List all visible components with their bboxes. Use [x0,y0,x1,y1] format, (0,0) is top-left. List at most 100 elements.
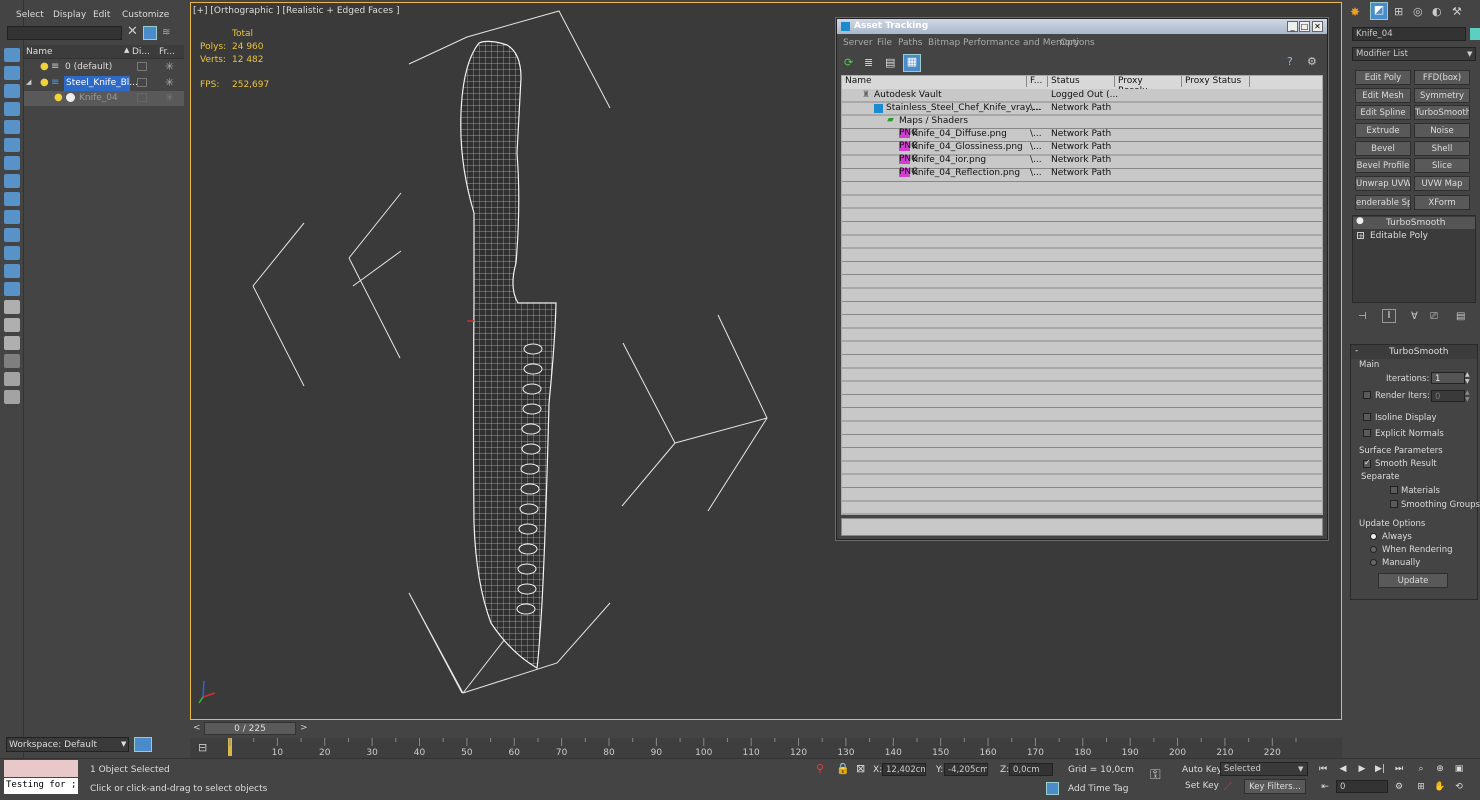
object-color-swatch[interactable] [1470,28,1480,40]
zoom-region-icon[interactable]: ⊞ [1414,780,1428,794]
modifier-button[interactable]: UVW Map [1414,176,1470,191]
track-bar[interactable]: ⊟ 10 20 30 40 50 60 70 80 90 100 110 120 130 140 150 16… [190,738,1342,758]
scene-row-layer-default[interactable]: ● ≡ 0 (default) ✳ [24,60,184,75]
rollout-header[interactable]: - TurboSmooth [1351,345,1477,359]
modifier-button[interactable]: Unwrap UVW [1355,176,1411,191]
modifier-button[interactable]: Bevel [1355,141,1411,156]
menu-edit[interactable]: Edit [93,10,110,20]
track-bar-mini-curve-icon[interactable]: ⊟ [198,741,207,754]
lock-icon[interactable] [4,66,20,80]
key-mode-toggle-icon[interactable]: ⇤ [1318,780,1332,794]
utilities-tab-icon[interactable]: ⚒ [1452,5,1462,18]
menu-customize[interactable]: Customize [122,10,169,20]
space-warp-icon[interactable] [4,228,20,242]
explorer-layers-button[interactable] [134,737,152,752]
clear-search-icon[interactable]: ✕ [127,25,139,39]
list-view-icon[interactable]: ≣ [864,56,876,69]
separate-materials-checkbox[interactable] [1390,486,1398,494]
render-iters-checkbox[interactable] [1363,391,1371,399]
modifier-button[interactable]: Shell [1414,141,1470,156]
freeze-snowflake-icon[interactable]: ✳ [165,91,174,104]
refresh-icon[interactable]: ⟳ [844,56,856,69]
column-proxy-status[interactable]: Proxy Status [1182,76,1250,87]
go-to-end-icon[interactable]: ⏭ [1392,762,1406,776]
minimize-icon[interactable]: _ [1287,21,1298,32]
modifier-button[interactable]: Edit Mesh [1355,88,1411,103]
collapse-minus-icon[interactable]: - [1355,346,1358,356]
scene-row-layer-steel-knife[interactable]: ◢ ● ≡ Steel_Knife_Bl... ✳ [24,76,184,91]
iterations-spinner[interactable]: 1 [1431,372,1465,384]
update-when-rendering-radio[interactable] [1370,546,1377,553]
remove-modifier-icon[interactable]: ⎚ [1430,311,1438,322]
camera-icon[interactable] [4,138,20,152]
menu-select[interactable]: Select [16,10,44,20]
tree-view-icon[interactable]: ▤ [885,56,897,69]
hidden-icon[interactable] [4,336,20,350]
table-row[interactable]: PNG Knife_04_ior.png \... Network Path [842,154,1322,167]
display-tab-icon[interactable]: ◐ [1432,5,1442,18]
spinner-arrows-icon[interactable]: ▲ ▼ [1465,389,1470,403]
modifier-button[interactable]: TurboSmooth [1414,105,1470,120]
zoom-all-icon[interactable]: ⊕ [1433,762,1447,776]
xref-icon[interactable] [4,282,20,296]
maxscript-listener[interactable]: Testing for ; [4,778,78,794]
key-mode-dropdown[interactable]: Selected ▼ [1220,762,1308,776]
scene-row-object-knife[interactable]: ● Knife_04 ✳ [24,91,184,106]
stack-item-editable-poly[interactable]: + Editable Poly [1353,230,1475,242]
render-iters-spinner[interactable]: 0 [1431,390,1465,402]
table-view-icon[interactable]: ▦ [903,54,921,72]
pin-stack-icon[interactable]: ⊣ [1358,311,1367,322]
object-name-field[interactable]: Knife_04 [1352,27,1466,41]
column-proxy-resolution[interactable]: Proxy Resolu... [1115,76,1182,96]
hierarchy-tab-icon[interactable]: ⊞ [1394,5,1403,18]
workspace-dropdown[interactable]: Workspace: Default ▼ [6,737,129,752]
modifier-stack[interactable]: ● TurboSmooth + Editable Poly [1352,215,1476,303]
sync-icon[interactable] [4,390,20,404]
modifier-button[interactable]: Symmetry [1414,88,1470,103]
pan-view-icon[interactable]: ✋ [1433,780,1447,794]
close-icon[interactable]: ✕ [1312,21,1323,32]
update-manually-radio[interactable] [1370,559,1377,566]
modifier-button[interactable]: Extrude [1355,123,1411,138]
stack-item-turbosmooth[interactable]: ● TurboSmooth [1353,216,1475,229]
modifier-button[interactable]: Bevel Profile [1355,158,1411,173]
previous-frame-icon[interactable]: ◀ [1336,762,1350,776]
shape-icon[interactable] [4,192,20,206]
table-row[interactable]: PNG Knife_04_Diffuse.png \... Network Pa… [842,128,1322,141]
geometry-icon[interactable] [4,210,20,224]
modifier-button[interactable]: enderable Splin [1355,195,1411,210]
spinner-arrows-icon[interactable]: ▲ ▼ [1465,371,1470,385]
display-toggle-icon[interactable] [137,93,147,102]
display-toggle-icon[interactable] [137,62,147,71]
modifier-button[interactable]: Edit Spline [1355,105,1411,120]
smooth-result-checkbox[interactable] [1363,458,1371,468]
helper-icon[interactable] [4,174,20,188]
lightbulb-icon[interactable]: ● [40,77,49,88]
modifier-button[interactable]: XForm [1414,195,1470,210]
zoom-icon[interactable]: ⌕ [1414,762,1428,776]
expand-plus-icon[interactable]: + [1357,232,1364,240]
lightbulb-icon[interactable]: ● [1356,216,1364,226]
time-tag-icon[interactable] [1046,782,1059,795]
time-configuration-icon[interactable]: ⚙ [1392,780,1406,794]
column-display[interactable]: Di... [132,47,150,57]
modifier-button[interactable]: Slice [1414,158,1470,173]
menu-paths[interactable]: Paths [898,38,922,48]
isoline-display-checkbox[interactable] [1363,413,1371,421]
selection-lock-icon[interactable]: 🔒 [836,762,850,775]
key-filters-button[interactable]: Key Filters... [1244,779,1306,794]
display-toggle-icon[interactable] [137,78,147,87]
time-slider[interactable]: < 0 / 225 > [190,720,1342,738]
make-unique-icon[interactable]: ∀ [1411,311,1418,322]
auto-key-button[interactable]: Auto Key [1182,765,1222,775]
time-slider-thumb[interactable]: 0 / 225 [204,722,296,735]
help-icon[interactable]: ? [1287,55,1299,68]
layers-icon[interactable] [4,120,20,134]
lightbulb-icon[interactable]: ● [54,92,63,103]
column-full-path[interactable]: F... [1027,76,1048,87]
next-frame-icon[interactable]: ▶| [1373,762,1387,776]
show-end-result-icon[interactable]: Ⅰ [1382,309,1396,323]
set-key-button[interactable]: Set Key [1185,781,1219,791]
table-row[interactable]: PNG Knife_04_Reflection.png \... Network… [842,167,1322,180]
select-icon[interactable] [4,48,20,62]
